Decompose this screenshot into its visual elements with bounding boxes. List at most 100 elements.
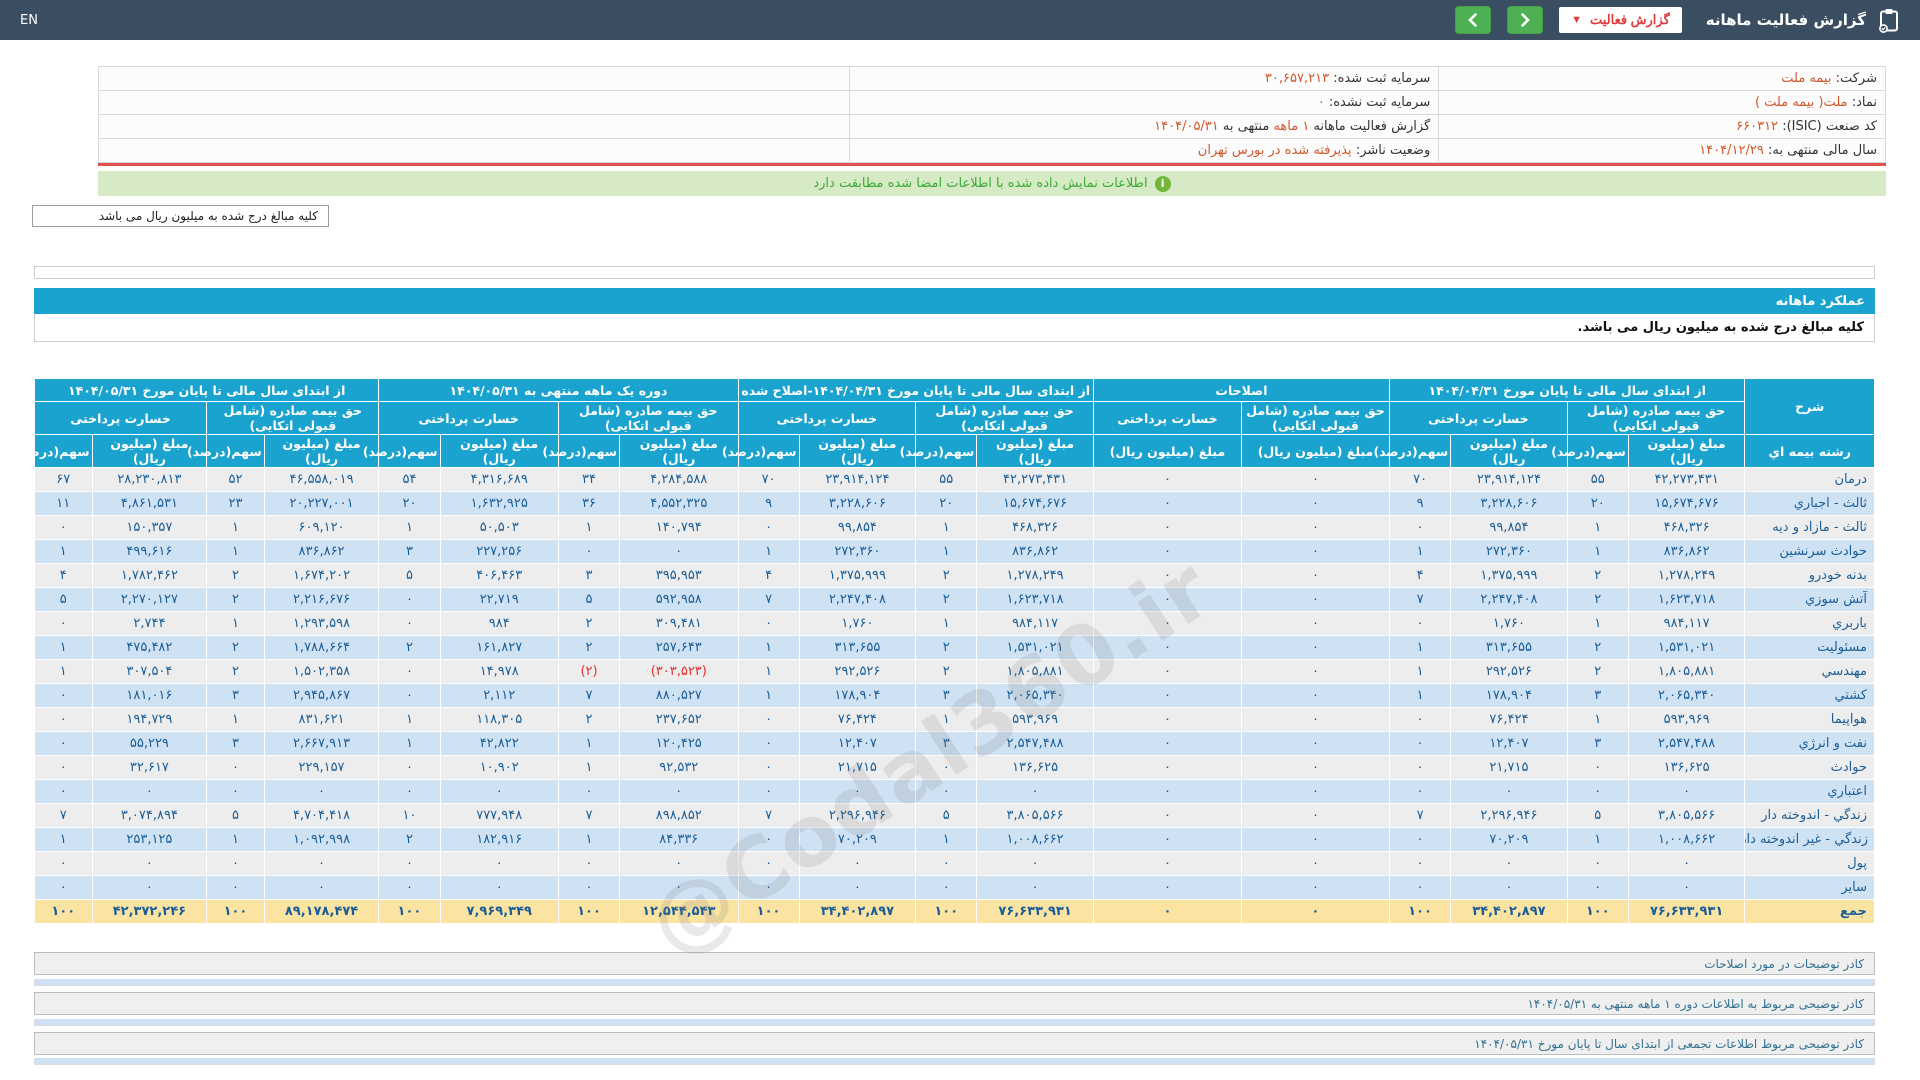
- signature-match-banner: i اطلاعات نمایش داده شده با اطلاعات امضا…: [98, 171, 1886, 196]
- previous-report-button[interactable]: [1455, 6, 1492, 34]
- subheader-premium-4: حق بیمه صادره (شامل قبولی اتکایی): [206, 401, 380, 435]
- total-row: جمع ۷۶,۶۳۳,۹۳۱ ۱۰۰ ۳۴,۴۰۲,۸۹۷ ۱۰۰ ۰ ۰ ۷۶,۶۳۳,۹۳…: [34, 899, 1875, 924]
- cell-value: ۱: [737, 683, 800, 708]
- cell-value: ۰: [1389, 875, 1452, 900]
- col-amount-2-2: مبلغ (میلیون ریال): [798, 434, 917, 468]
- fiscal-year-value: ۱۴۰۴/۱۲/۲۹: [1699, 143, 1764, 158]
- cell-value: ۲: [1566, 563, 1629, 588]
- cell-value: ۵۴: [378, 467, 441, 492]
- cell-value: ۱,۸۰۵,۸۸۱: [976, 659, 1094, 684]
- cell-value: ۹۲,۵۳۲: [619, 755, 739, 780]
- cell-value: ۴۲,۲۷۳,۴۳۱: [976, 467, 1094, 492]
- cell-value: ۱: [557, 755, 621, 780]
- cell-value: ۰: [737, 827, 800, 852]
- cell-value: ۱: [1389, 659, 1452, 684]
- cell-value: ۵: [1566, 803, 1629, 828]
- company-label: شرکت:: [1835, 71, 1877, 86]
- cell-value: ۰: [206, 851, 265, 876]
- cell-value: ۲: [206, 659, 265, 684]
- cell-value: ۰: [91, 875, 208, 900]
- cell-value: ۰: [1092, 899, 1242, 924]
- cell-value: ۵۹۳,۹۶۹: [976, 707, 1094, 732]
- cell-value: ۱,۳۷۵,۹۹۹: [1450, 563, 1568, 588]
- next-report-button[interactable]: [1507, 6, 1544, 34]
- symbol-value: ملت( بیمه ملت ): [1754, 95, 1848, 110]
- cell-value: ۳,۰۷۴,۸۹۴: [91, 803, 208, 828]
- cell-value: ۰: [1092, 515, 1242, 540]
- cell-value: ۴,۳۱۶,۶۸۹: [439, 467, 559, 492]
- cell-value: ۳,۸۰۵,۵۶۶: [976, 803, 1094, 828]
- cell-value: ۰: [1450, 779, 1568, 804]
- cell-value: ۷۰,۲۰۹: [1450, 827, 1568, 852]
- cell-value: ۱۱۸,۳۰۵: [439, 707, 559, 732]
- cell-value: ۴,۸۶۱,۵۳۱: [91, 491, 208, 516]
- chevron-down-icon: ▼: [1571, 14, 1582, 26]
- cell-value: ۹۹,۸۵۴: [1450, 515, 1568, 540]
- symbol-label: نماد:: [1851, 95, 1877, 110]
- cell-value: ۰: [557, 851, 621, 876]
- subheader-premium-0: حق بیمه صادره (شامل قبولی اتکایی): [1566, 401, 1746, 435]
- isic-label: کد صنعت (ISIC):: [1782, 119, 1877, 134]
- col-amount-0-0: مبلغ (میلیون ریال): [1627, 434, 1746, 468]
- cell-value: ۴۶۸,۳۲۶: [976, 515, 1094, 540]
- cell-value: ۱۴,۹۷۸: [439, 659, 559, 684]
- cell-value: ۱: [1566, 611, 1629, 636]
- cell-value: ۱۲۰,۴۲۵: [619, 731, 739, 756]
- cell-value: ۰: [1092, 683, 1242, 708]
- cell-value: ۱: [1389, 635, 1452, 660]
- table-row: حوادث ۱۳۶,۶۲۵ ۰ ۲۱,۷۱۵ ۰ ۰ ۰ ۱۳۶,۶۲۵ ۰ ۲۱,۷۱۵ ۰ ۹۲,…: [34, 755, 1875, 780]
- cell-value: ۱: [206, 707, 265, 732]
- language-en-link[interactable]: EN: [20, 13, 38, 28]
- cell-value: ۱,۰۰۸,۶۶۲: [976, 827, 1094, 852]
- cell-value: ۵: [378, 563, 441, 588]
- cell-value: ۷: [737, 587, 800, 612]
- cumulative-note-box: کادر توضیحی مربوط اطلاعات تجمعی از ابتدا…: [34, 1032, 1875, 1055]
- cell-value: ۴۶۸,۳۲۶: [1627, 515, 1746, 540]
- fiscal-year-cell: سال مالی منتهی به: ۱۴۰۴/۱۲/۲۹: [1438, 138, 1886, 163]
- cell-value: ۱,۲۷۸,۲۴۹: [1627, 563, 1746, 588]
- cell-value: ۱,۲۷۸,۲۴۹: [976, 563, 1094, 588]
- cell-value: ۱: [1566, 707, 1629, 732]
- isic-cell: کد صنعت (ISIC): ۶۶۰۳۱۲: [1438, 114, 1886, 139]
- cell-value: ۷: [557, 683, 621, 708]
- cell-value: ۱۰۰: [557, 899, 621, 924]
- cell-value: ۰: [378, 851, 441, 876]
- cell-value: ۱۰: [378, 803, 441, 828]
- report-ending-label: منتهی به: [1222, 119, 1270, 134]
- monthly-performance-section: عملکرد ماهانه کلیه مبالغ درج شده به میلی…: [34, 266, 1875, 342]
- cell-value: ۴۹۹,۶۱۶: [91, 539, 208, 564]
- cell-value: ۱: [206, 611, 265, 636]
- cell-value: ۰: [737, 515, 800, 540]
- cell-value: ۱: [34, 539, 93, 564]
- cell-value: ۱,۵۰۲,۳۵۸: [263, 659, 380, 684]
- group-header-2: از ابتدای سال مالی تا پایان مورخ ۱۴۰۴/۰۴…: [737, 378, 1094, 402]
- cell-value: ۳۲,۶۱۷: [91, 755, 208, 780]
- cell-value: ۱: [1566, 515, 1629, 540]
- cell-value: ۱۰۰: [737, 899, 800, 924]
- row-label: زندگي - اندوخته دار: [1744, 803, 1875, 828]
- cell-value: ۰: [1092, 731, 1242, 756]
- cell-value: ۰: [1092, 827, 1242, 852]
- cell-value: ۰: [557, 539, 621, 564]
- report-period-value: ۱ ماهه: [1273, 119, 1310, 134]
- table-row: بدنه خودرو ۱,۲۷۸,۲۴۹ ۲ ۱,۳۷۵,۹۹۹ ۴ ۰ ۰ ۱,۲۷۸,۲۴…: [34, 563, 1875, 588]
- period-note-input[interactable]: [34, 1019, 1875, 1026]
- cell-value: ۱,۰۹۲,۹۹۸: [263, 827, 380, 852]
- row-label: حوادث: [1744, 755, 1875, 780]
- corrections-note-box: کادر توضیحات در مورد اصلاحات: [34, 952, 1875, 975]
- cell-value: ۰: [1450, 875, 1568, 900]
- cell-value: ۰: [1092, 755, 1242, 780]
- cell-value: ۴۲,۳۷۲,۲۴۶: [91, 899, 208, 924]
- cell-value: ۷۶,۶۳۳,۹۳۱: [976, 899, 1094, 924]
- cell-value: ۱: [737, 635, 800, 660]
- report-type-dropdown[interactable]: گزارش فعالیت ▼: [1559, 7, 1682, 33]
- cell-value: ۲,۵۴۷,۴۸۸: [1627, 731, 1746, 756]
- cell-value: ۲: [206, 635, 265, 660]
- cumulative-note-input[interactable]: [34, 1058, 1875, 1065]
- cell-value: ۰: [1092, 659, 1242, 684]
- cell-value: ۰: [737, 875, 800, 900]
- cell-value: ۶۰۹,۱۲۰: [263, 515, 380, 540]
- cell-value: ۱,۵۳۱,۰۲۱: [976, 635, 1094, 660]
- cell-value: ۲: [915, 659, 978, 684]
- corrections-note-input[interactable]: [34, 979, 1875, 986]
